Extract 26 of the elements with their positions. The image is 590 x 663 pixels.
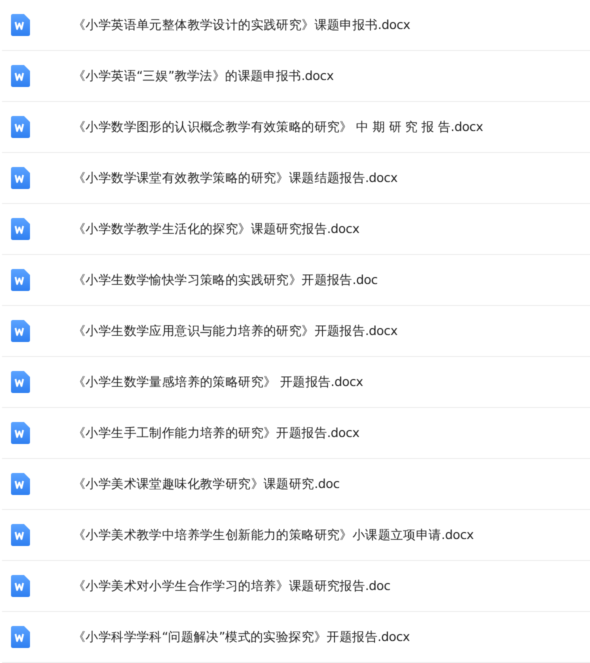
document-icon [11, 167, 30, 189]
file-name[interactable]: 《小学美术对小学生合作学习的培养》课题研究报告.doc [73, 578, 390, 594]
document-icon [11, 626, 30, 648]
file-name[interactable]: 《小学美术教学中培养学生创新能力的策略研究》小课题立项申请.docx [73, 526, 474, 544]
file-name[interactable]: 《小学数学教学生活化的探究》课题研究报告.docx [73, 220, 360, 238]
file-name[interactable]: 《小学英语单元整体教学设计的实践研究》课题申报书.docx [73, 16, 410, 34]
document-icon [11, 14, 30, 36]
file-name[interactable]: 《小学生手工制作能力培养的研究》开题报告.docx [73, 424, 360, 442]
document-icon [11, 524, 30, 546]
document-icon [11, 116, 30, 138]
document-icon [11, 65, 30, 87]
document-icon [11, 473, 30, 495]
document-icon [11, 269, 30, 291]
file-name[interactable]: 《小学数学课堂有效教学策略的研究》课题结题报告.docx [73, 170, 398, 186]
file-name[interactable]: 《小学英语“三娱”教学法》的课题申报书.docx [73, 68, 334, 84]
document-icon [11, 575, 30, 597]
file-name[interactable]: 《小学生数学愉快学习策略的实践研究》开题报告.doc [73, 272, 378, 288]
document-icon [11, 422, 30, 444]
document-icon [11, 371, 30, 393]
file-name[interactable]: 《小学美术课堂趣味化教学研究》课题研究.doc [73, 476, 340, 492]
document-icon [11, 320, 30, 342]
file-name[interactable]: 《小学生数学量感培养的策略研究》 开题报告.docx [73, 374, 363, 390]
file-name[interactable]: 《小学生数学应用意识与能力培养的研究》开题报告.docx [73, 322, 398, 340]
file-name[interactable]: 《小学科学学科“问题解决”模式的实验探究》开题报告.docx [73, 628, 410, 646]
document-icon [11, 218, 30, 240]
file-name[interactable]: 《小学数学图形的认识概念教学有效策略的研究》 中 期 研 究 报 告.docx [73, 118, 483, 136]
